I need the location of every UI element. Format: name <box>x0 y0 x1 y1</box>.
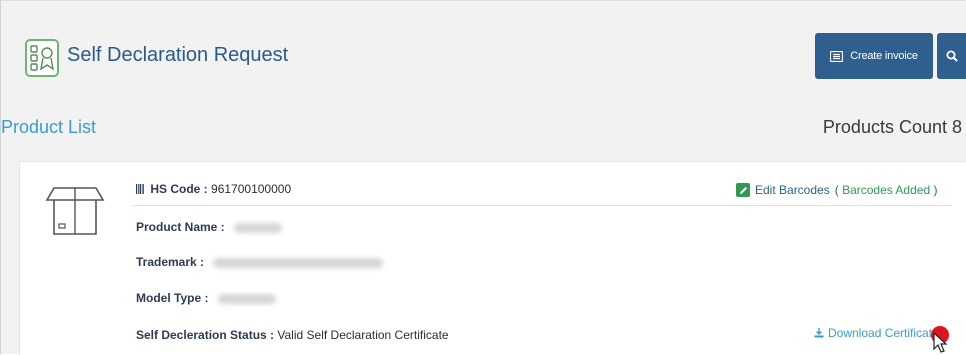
card-divider <box>132 205 952 206</box>
barcodes-added-label: Barcodes Added <box>842 183 931 197</box>
status-label: Self Decleration Status : <box>136 328 275 342</box>
download-icon <box>814 328 824 338</box>
hs-code-value: 961700100000 <box>211 182 292 196</box>
edit-barcodes-link[interactable]: Edit Barcodes ( Barcodes Added ) <box>736 183 937 197</box>
product-name-row: Product Name : <box>136 220 283 234</box>
download-certificate-link[interactable]: Download Certificate <box>814 326 939 340</box>
trademark-row: Trademark : <box>136 255 384 269</box>
page-header: Self Declaration Request Create invoice <box>1 1 966 111</box>
edit-icon <box>736 183 750 197</box>
barcode-icon <box>136 183 144 197</box>
list-icon <box>830 50 844 62</box>
main-panel: Self Declaration Request Create invoice … <box>0 0 966 355</box>
page-title: Self Declaration Request <box>67 44 289 66</box>
product-card: HS Code : 961700100000 Edit Barcodes ( B… <box>19 161 966 355</box>
model-type-label: Model Type : <box>136 291 209 305</box>
hs-code-label: HS Code : <box>150 182 208 196</box>
product-list-title: Product List <box>1 117 97 137</box>
document-seal-icon <box>25 39 59 77</box>
mouse-pointer-icon <box>933 332 948 353</box>
redacted-product-name <box>234 222 283 233</box>
product-box-icon <box>44 180 106 243</box>
product-name-label: Product Name : <box>136 220 225 234</box>
products-count: Products Count 8 <box>822 117 962 137</box>
status-value: Valid Self Declaration Certificate <box>277 328 449 342</box>
search-icon <box>946 50 958 62</box>
model-type-row: Model Type : <box>136 291 276 305</box>
hs-code-row: HS Code : 961700100000 <box>136 182 291 197</box>
edit-barcodes-label: Edit Barcodes <box>755 183 830 197</box>
status-row: Self Decleration Status : Valid Self Dec… <box>136 328 449 342</box>
redacted-trademark <box>213 257 384 268</box>
create-invoice-button[interactable]: Create invoice <box>815 33 933 79</box>
search-button[interactable] <box>937 33 966 79</box>
redacted-model-type <box>217 293 276 304</box>
create-invoice-label: Create invoice <box>850 50 918 62</box>
trademark-label: Trademark : <box>136 255 205 269</box>
barcodes-status: ( Barcodes Added ) <box>834 183 938 197</box>
download-certificate-label: Download Certificate <box>828 326 939 340</box>
